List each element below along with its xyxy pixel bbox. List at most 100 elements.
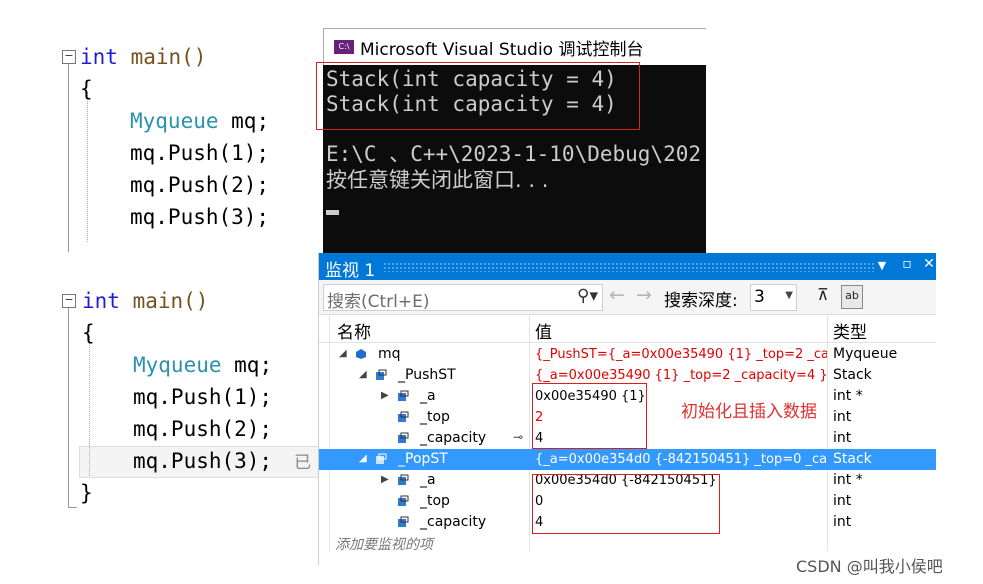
code-line: Myqueue mq; — [133, 351, 272, 379]
search-box[interactable]: 搜索(Ctrl+E) ⚲▾ — [323, 284, 603, 312]
console-titlebar[interactable]: C:\ Microsoft Visual Studio 调试控制台 — [323, 28, 706, 65]
close-icon[interactable]: ✕ — [920, 256, 936, 272]
watch-row-name: _top — [420, 493, 450, 509]
watch-row-type: int — [833, 409, 852, 425]
watch-row-value: {_a=0x00e35490 {1} _top=2 _capacity=4 } — [535, 368, 827, 383]
watch-row-name: _PushST — [398, 367, 456, 383]
column-value-header[interactable]: 值 — [535, 318, 552, 343]
function-name: main() — [132, 289, 209, 313]
outline-guide — [68, 64, 69, 252]
watch-row-popst[interactable]: ◢ _PopST {_a=0x00e354d0 {-842150451} _to… — [319, 449, 936, 470]
field-icon — [376, 369, 387, 380]
code-line: mq.Push(1); — [130, 141, 270, 165]
console-line: E:\C 、C++\2023-1-10\Debug\202 — [326, 142, 702, 166]
watch-row-type: int * — [833, 388, 863, 404]
dropdown-icon[interactable]: ▼ — [873, 259, 891, 272]
watch-row-type: int — [833, 430, 852, 446]
expand-arrow-icon[interactable]: ▶ — [381, 390, 389, 401]
collapse-toggle-icon[interactable]: − — [62, 294, 76, 308]
code-text: mq.Push(3); — [133, 449, 273, 473]
watch-row-type: Stack — [833, 367, 872, 383]
search-depth-select[interactable]: 3 ▼ — [750, 284, 797, 311]
chevron-down-icon: ▼ — [785, 290, 793, 301]
code-line-current: mq.Push(3); 已 — [133, 447, 311, 475]
code-editor-bottom: − int main() { Myqueue mq; mq.Push(1); m… — [0, 284, 331, 514]
field-icon — [398, 390, 409, 401]
indent-guide — [89, 336, 90, 476]
object-icon — [356, 349, 366, 359]
code-line: int main() — [80, 43, 206, 71]
console-title: Microsoft Visual Studio 调试控制台 — [360, 40, 644, 60]
column-header: 名称 值 类型 — [319, 315, 936, 343]
watch-row-value: {_PushST={_a=0x00e35490 {1} _top=2 _capa… — [535, 347, 827, 362]
variable: mq; — [218, 109, 270, 133]
pin-icon[interactable]: ⊸ — [513, 430, 523, 444]
search-input[interactable]: 搜索(Ctrl+E) — [327, 287, 430, 312]
watch-row-name: _top — [420, 409, 450, 425]
add-watch-item[interactable]: 添加要监视的项 — [335, 534, 433, 554]
watch-titlebar[interactable]: 监视 1 ▼ ▫ ✕ — [319, 253, 936, 281]
forward-arrow-icon[interactable]: → — [636, 284, 652, 306]
annotation-text: 初始化且插入数据 — [681, 402, 817, 422]
watch-row-value: {_a=0x00e354d0 {-842150451} _top=0 _capa… — [535, 452, 827, 467]
code-line: mq.Push(2); — [130, 173, 270, 197]
field-icon — [398, 432, 409, 443]
code-line: { — [80, 77, 93, 101]
search-icon[interactable]: ⚲▾ — [577, 286, 598, 306]
watch-row-type: int — [833, 493, 852, 509]
watch-toolbar: 搜索(Ctrl+E) ⚲▾ ← → 搜索深度: 3 ▼ ⊼ ab — [319, 280, 936, 315]
outline-guide — [68, 308, 69, 508]
code-line: mq.Push(1); — [133, 385, 273, 409]
search-depth-label: 搜索深度: — [664, 291, 738, 311]
visual-studio-icon: C:\ — [334, 40, 354, 54]
outline-guide-end — [68, 507, 77, 508]
back-arrow-icon[interactable]: ← — [609, 284, 625, 306]
watch-row-type: Myqueue — [833, 346, 898, 362]
watch-row-mq[interactable]: ◢ mq {_PushST={_a=0x00e35490 {1} _top=2 … — [319, 344, 936, 365]
collapse-arrow-icon[interactable]: ◢ — [359, 453, 367, 464]
highlight-box-console — [316, 62, 640, 130]
watch-row-name: _capacity — [420, 514, 487, 530]
code-line: int main() — [82, 287, 208, 315]
keyword: int — [82, 289, 120, 313]
keyword: int — [80, 45, 118, 69]
code-editor-top: − int main() { Myqueue mq; mq.Push(1); m… — [0, 40, 330, 252]
titlebar-grip — [383, 262, 874, 272]
watch-title: 监视 1 — [325, 261, 376, 281]
watch-row-name: _capacity — [420, 430, 487, 446]
field-icon — [398, 411, 409, 422]
code-line: mq.Push(3); — [130, 205, 270, 229]
hex-display-icon[interactable]: ab — [841, 285, 863, 309]
variable: mq; — [221, 353, 273, 377]
highlight-box-popst — [532, 474, 720, 534]
collapse-arrow-icon[interactable]: ◢ — [339, 348, 347, 359]
function-name: main() — [130, 45, 207, 69]
watch-row-name: _PopST — [398, 451, 448, 467]
type-name: Myqueue — [133, 353, 222, 377]
indent-guide — [87, 92, 88, 242]
field-icon — [398, 516, 409, 527]
collapse-arrow-icon[interactable]: ◢ — [359, 369, 367, 380]
highlight-box-pushst — [532, 383, 647, 449]
code-line: Myqueue mq; — [130, 107, 269, 135]
field-icon — [398, 474, 409, 485]
search-depth-value: 3 — [754, 287, 765, 307]
elapsed-hint: 已 — [294, 453, 312, 473]
column-type-header[interactable]: 类型 — [833, 318, 867, 343]
collapse-toggle-icon[interactable]: − — [62, 50, 76, 64]
pin-icon[interactable]: ⊼ — [813, 285, 833, 307]
maximize-icon[interactable]: ▫ — [898, 256, 916, 272]
type-name: Myqueue — [130, 109, 219, 133]
code-line: mq.Push(2); — [133, 417, 273, 441]
code-line: } — [80, 481, 93, 505]
console-line: 按任意键关闭此窗口. . . — [326, 168, 549, 192]
column-name-header[interactable]: 名称 — [337, 318, 371, 343]
watch-row-name: mq — [378, 346, 401, 362]
console-cursor — [326, 210, 339, 215]
watch-row-type: Stack — [833, 451, 872, 467]
watch-row-name: _a — [420, 388, 436, 404]
watermark: CSDN @叫我小侯吧 — [796, 557, 943, 576]
expand-arrow-icon[interactable]: ▶ — [381, 474, 389, 485]
code-line: { — [82, 321, 95, 345]
watch-row-type: int * — [833, 472, 863, 488]
